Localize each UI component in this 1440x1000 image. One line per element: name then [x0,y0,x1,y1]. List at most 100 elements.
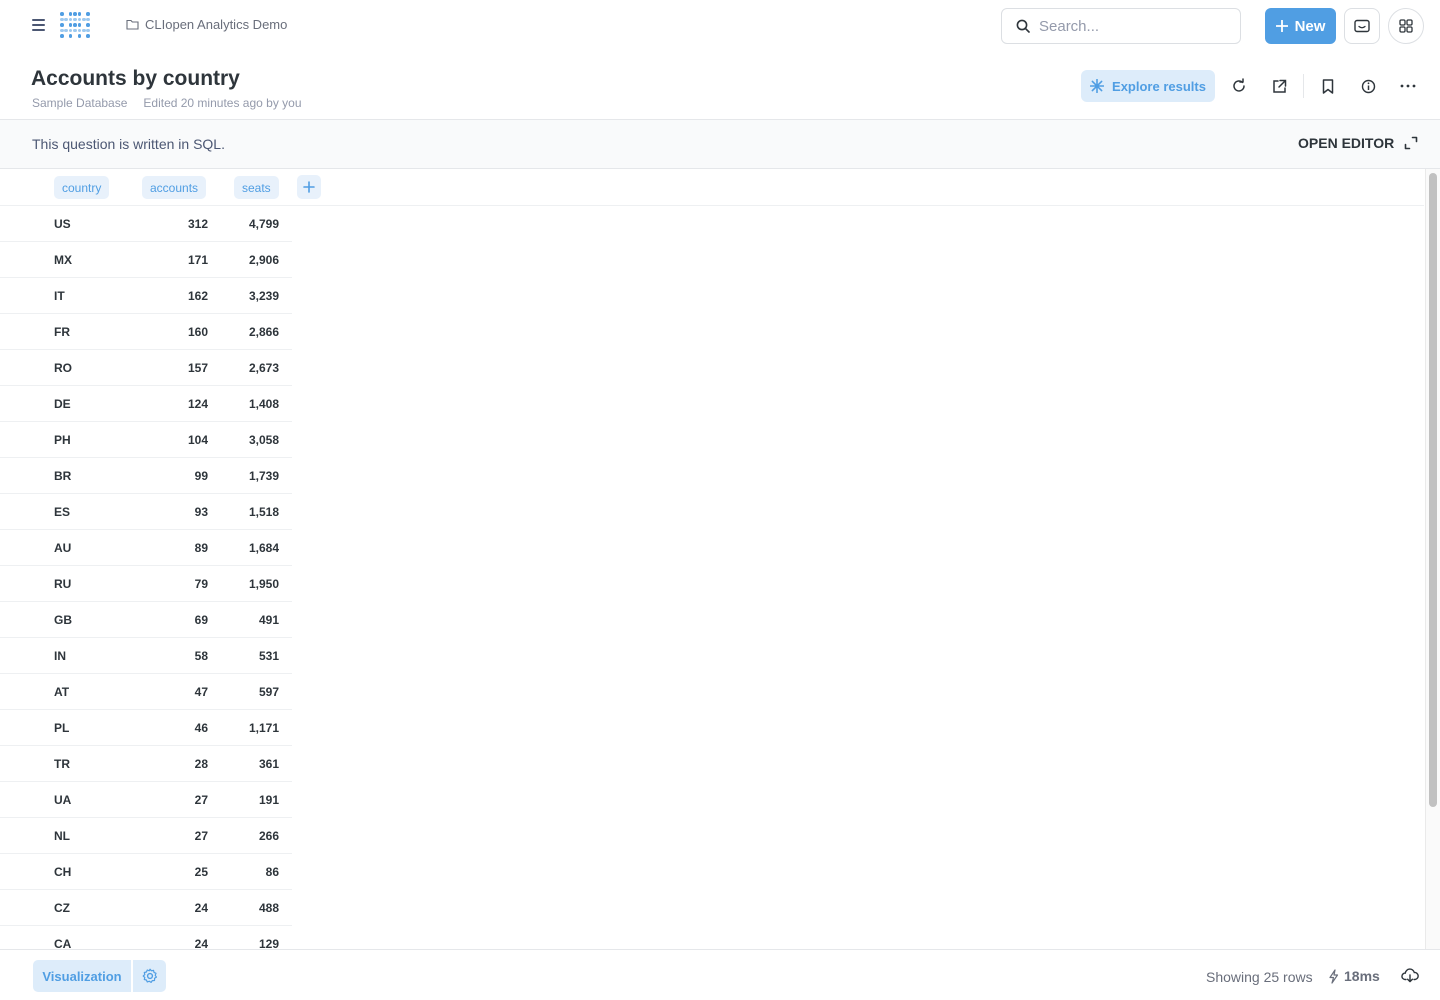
cell-seats: 491 [258,613,279,627]
cell-seats: 2,906 [248,253,279,267]
breadcrumb-label: CLIopen Analytics Demo [145,17,288,32]
question-meta: Sample Database Edited 20 minutes ago by… [32,96,302,110]
cell-accounts: 47 [194,685,208,699]
table-header: country accounts seats [0,169,1424,206]
top-nav-bar: CLIopen Analytics Demo New [0,0,1440,52]
more-options-icon[interactable] [1399,77,1417,95]
cell-accounts: 46 [194,721,208,735]
table-row: PL 46 1,171 [0,710,292,746]
cell-accounts: 24 [194,901,208,915]
table-row: IT 162 3,239 [0,278,292,314]
column-header-country[interactable]: country [54,176,110,199]
cell-seats: 3,239 [248,289,279,303]
cell-seats: 2,866 [248,325,279,339]
cell-country[interactable]: BR [54,469,71,483]
table-scrollbar[interactable] [1425,169,1440,949]
visualization-settings-button[interactable] [133,960,166,992]
hamburger-menu-icon[interactable] [32,19,45,31]
new-button[interactable]: New [1265,8,1336,44]
table-row: CA 24 129 [0,926,292,949]
open-editor-label: OPEN EDITOR [1298,135,1395,151]
table-row: DE 124 1,408 [0,386,292,422]
cell-accounts: 312 [187,217,208,231]
page-title[interactable]: Accounts by country [31,67,240,91]
table-row: UA 27 191 [0,782,292,818]
table-row: IN 58 531 [0,638,292,674]
table-row: CH 25 86 [0,854,292,890]
cell-country[interactable]: IN [54,649,66,663]
cell-country[interactable]: AT [54,685,69,699]
cell-accounts: 160 [187,325,208,339]
table-row: FR 160 2,866 [0,314,292,350]
new-button-label: New [1294,17,1326,35]
metabot-button[interactable] [1344,8,1380,44]
cell-country[interactable]: MX [54,253,72,267]
download-icon[interactable] [1401,967,1419,985]
cell-country[interactable]: IT [54,289,65,303]
cell-country[interactable]: US [54,217,71,231]
cell-accounts: 24 [194,937,208,949]
app-logo-icon[interactable] [60,12,90,40]
cell-country[interactable]: PL [54,721,69,735]
info-icon[interactable] [1359,77,1377,95]
column-header-accounts[interactable]: accounts [142,176,207,199]
apps-button[interactable] [1388,8,1424,44]
plus-icon [303,181,315,193]
plus-icon [1275,20,1288,32]
table-row: RO 157 2,673 [0,350,292,386]
share-icon[interactable] [1270,77,1288,95]
folder-icon [126,19,139,30]
cell-country[interactable]: NL [54,829,70,843]
row-count: Showing 25 rows [1206,969,1313,985]
expand-icon [1404,136,1418,150]
table-row: ES 93 1,518 [0,494,292,530]
cell-accounts: 27 [194,829,208,843]
refresh-icon[interactable] [1230,77,1248,95]
cell-accounts: 69 [194,613,208,627]
table-row: RU 79 1,950 [0,566,292,602]
cell-seats: 129 [258,937,279,949]
cell-country[interactable]: CZ [54,901,70,915]
visualization-button[interactable]: Visualization [33,960,131,992]
cell-seats: 4,799 [248,217,279,231]
table-row: MX 171 2,906 [0,242,292,278]
cell-country[interactable]: RU [54,577,71,591]
cell-country[interactable]: RO [54,361,72,375]
chat-bot-icon [1354,19,1370,33]
search-input[interactable] [1039,17,1219,35]
explore-results-button[interactable]: Explore results [1081,70,1215,102]
edited-info[interactable]: Edited 20 minutes ago by you [143,96,301,110]
cell-country[interactable]: AU [54,541,71,555]
cell-country[interactable]: CH [54,865,71,879]
cell-country[interactable]: UA [54,793,71,807]
cell-seats: 266 [258,829,279,843]
cell-seats: 488 [258,901,279,915]
search-bar[interactable] [1001,8,1241,44]
cell-country[interactable]: ES [54,505,70,519]
cell-country[interactable]: CA [54,937,71,949]
search-icon [1016,19,1030,33]
cell-seats: 1,518 [248,505,279,519]
sql-notice-bar: This question is written in SQL. OPEN ED… [0,120,1440,169]
cell-accounts: 157 [187,361,208,375]
cell-country[interactable]: DE [54,397,71,411]
column-header-seats[interactable]: seats [234,176,279,199]
add-column-button[interactable] [297,175,321,199]
table-row: AT 47 597 [0,674,292,710]
sparkle-icon [1090,79,1105,93]
bookmark-icon[interactable] [1319,77,1337,95]
cell-seats: 3,058 [248,433,279,447]
cell-accounts: 58 [194,649,208,663]
cell-country[interactable]: GB [54,613,72,627]
cell-country[interactable]: PH [54,433,71,447]
table-row: US 312 4,799 [0,206,292,242]
cell-seats: 1,408 [248,397,279,411]
cell-country[interactable]: TR [54,757,70,771]
open-editor-button[interactable]: OPEN EDITOR [1298,135,1418,151]
collection-breadcrumb[interactable]: CLIopen Analytics Demo [126,17,287,32]
query-timing: 18ms [1328,968,1380,984]
scrollbar-thumb[interactable] [1429,173,1437,807]
table-row: PH 104 3,058 [0,422,292,458]
cell-country[interactable]: FR [54,325,70,339]
database-link[interactable]: Sample Database [32,96,127,110]
